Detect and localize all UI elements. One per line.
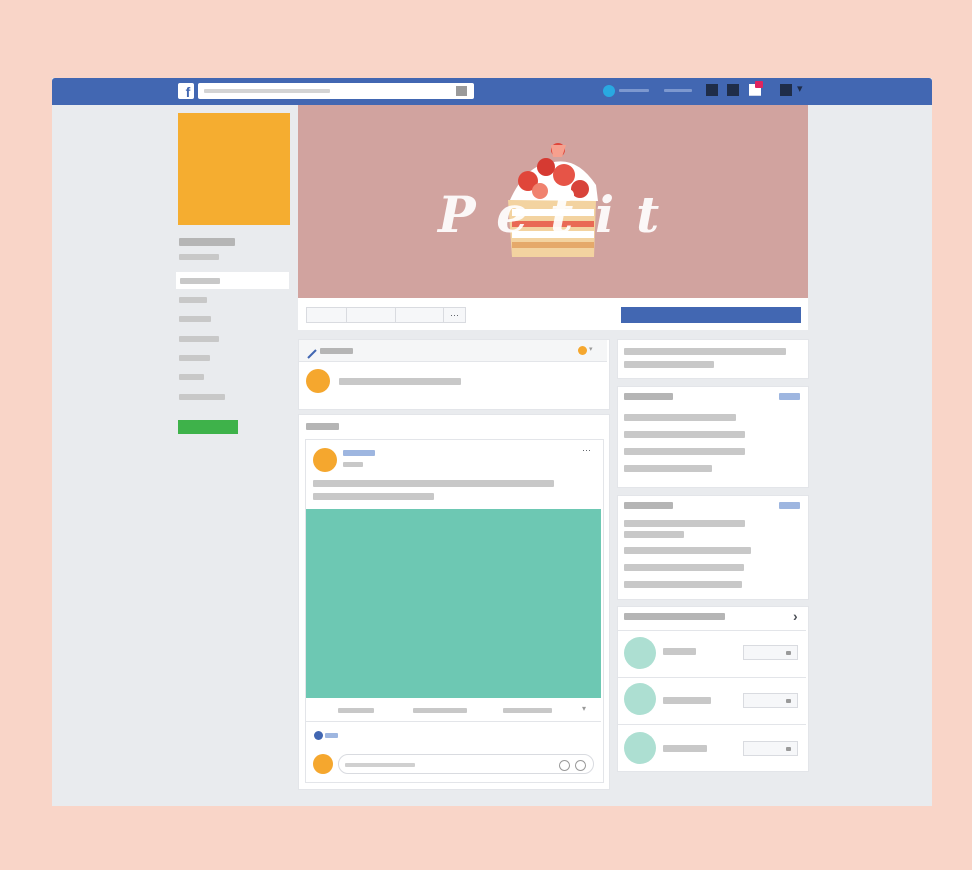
commenter-avatar	[313, 754, 333, 774]
friend-requests-icon[interactable]	[706, 84, 718, 96]
nav-item-videos[interactable]	[179, 355, 210, 361]
info-card-1-line-2	[624, 431, 745, 438]
info-card-1-line-3	[624, 448, 745, 455]
create-post-tab-label[interactable]	[320, 348, 353, 354]
info-card-1-line-1	[624, 414, 736, 421]
nav-item-home-label	[180, 278, 220, 284]
post-author-avatar[interactable]	[313, 448, 337, 472]
pencil-icon	[307, 346, 317, 359]
home-link[interactable]	[664, 89, 692, 92]
like-button[interactable]	[306, 307, 347, 323]
publish-as-caret-icon[interactable]: ▾	[589, 345, 597, 355]
post-share-action[interactable]	[503, 708, 552, 713]
post-author-name[interactable]	[343, 450, 375, 456]
suggestion-name[interactable]	[663, 697, 711, 704]
reaction-like-icon[interactable]	[314, 731, 323, 740]
info-card-1-see-all-link[interactable]	[779, 393, 800, 400]
follow-button[interactable]	[346, 307, 396, 323]
comment-input[interactable]	[338, 754, 594, 774]
search-icon[interactable]	[456, 86, 467, 96]
reaction-count[interactable]	[325, 733, 338, 738]
chevron-right-icon[interactable]: ›	[793, 609, 803, 623]
info-card-2-line-1	[624, 520, 745, 527]
about-summary-line-1	[624, 348, 786, 355]
posts-section-title	[306, 423, 339, 430]
suggestion-avatar[interactable]	[624, 683, 656, 715]
post-text-line-1	[313, 480, 554, 487]
facebook-logo-icon[interactable]: f	[178, 83, 194, 100]
info-card-1-title	[624, 393, 673, 400]
info-card-2-title	[624, 502, 673, 509]
suggestion-like-button-label	[786, 747, 791, 751]
more-dots: ···	[450, 310, 459, 320]
suggestion-like-button-label	[786, 651, 791, 655]
suggestion-avatar[interactable]	[624, 637, 656, 669]
sticker-icon[interactable]	[575, 760, 586, 771]
suggestion-like-button-label	[786, 699, 791, 703]
post-text-line-2	[313, 493, 434, 500]
help-icon[interactable]	[780, 84, 792, 96]
search-input[interactable]	[198, 83, 474, 99]
profile-picture[interactable]	[178, 113, 290, 225]
info-card-2-line-4	[624, 564, 744, 571]
logo-glyph: f	[185, 84, 191, 100]
create-page-button[interactable]	[178, 420, 238, 434]
suggestion-row	[618, 630, 806, 676]
notification-badge-icon[interactable]	[749, 81, 763, 96]
profile-name-link[interactable]	[619, 89, 649, 92]
nav-item-home[interactable]	[176, 272, 289, 289]
info-card-1-line-4	[624, 465, 712, 472]
post-menu-button[interactable]: ···	[582, 445, 596, 455]
search-placeholder	[204, 89, 330, 93]
cover-title: Petit	[438, 185, 682, 244]
publish-as-avatar[interactable]	[578, 346, 587, 355]
nav-item-about[interactable]	[179, 297, 207, 303]
notification-count-badge	[755, 81, 763, 88]
about-summary-line-2	[624, 361, 714, 368]
page-name	[179, 238, 235, 246]
suggestion-name[interactable]	[663, 745, 707, 752]
suggestion-name[interactable]	[663, 648, 696, 655]
post-timestamp[interactable]	[343, 462, 363, 467]
suggestion-like-button[interactable]	[743, 741, 798, 756]
account-menu-caret-icon[interactable]: ▾	[797, 82, 809, 96]
suggestion-row	[618, 677, 806, 723]
post-comment-action[interactable]	[413, 708, 467, 713]
info-card-2-see-all-link[interactable]	[779, 502, 800, 509]
suggestion-avatar[interactable]	[624, 732, 656, 764]
nav-item-reviews[interactable]	[179, 336, 219, 342]
post-media-image[interactable]	[306, 509, 601, 698]
nav-item-photos[interactable]	[179, 316, 211, 322]
info-card-2-line-3	[624, 547, 751, 554]
send-message-cta-button[interactable]	[621, 307, 801, 323]
profile-avatar-icon[interactable]	[603, 85, 615, 97]
about-summary-card	[617, 339, 809, 379]
cover-photo[interactable]: Petit	[298, 105, 808, 298]
messages-icon[interactable]	[727, 84, 739, 96]
more-button[interactable]: ···	[443, 307, 466, 323]
post-audience-caret-icon[interactable]: ▾	[582, 704, 590, 714]
post-like-action[interactable]	[338, 708, 374, 713]
share-button[interactable]	[395, 307, 444, 323]
suggestion-like-button[interactable]	[743, 645, 798, 660]
suggestions-title	[624, 613, 725, 620]
composer-placeholder[interactable]	[339, 378, 461, 385]
emoji-icon[interactable]	[559, 760, 570, 771]
info-card-2-line-2	[624, 531, 684, 538]
nav-item-community[interactable]	[179, 394, 225, 400]
nav-item-posts[interactable]	[179, 374, 204, 380]
composer-avatar	[306, 369, 330, 393]
comment-placeholder	[345, 763, 415, 767]
page-username	[179, 254, 219, 260]
info-card-2-line-5	[624, 581, 742, 588]
suggestion-like-button[interactable]	[743, 693, 798, 708]
suggestion-row	[618, 724, 806, 770]
